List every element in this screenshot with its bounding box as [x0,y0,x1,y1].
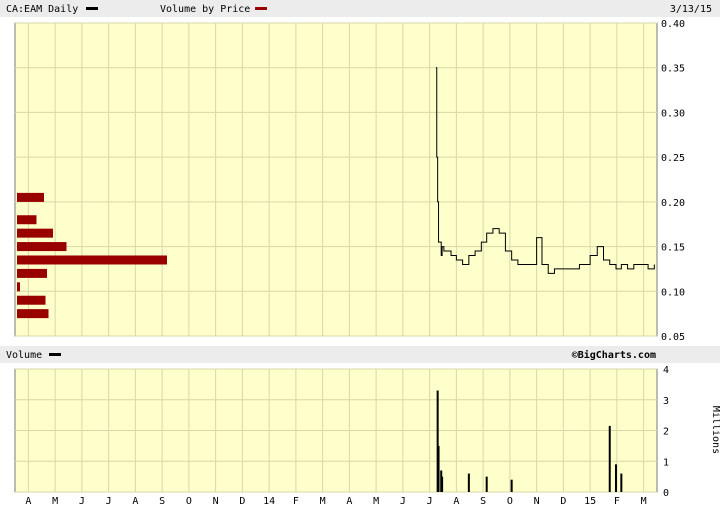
volume-bar [485,476,488,492]
header-date: 3/13/15 [670,4,712,15]
x-tick-label: J [79,496,85,507]
price-header-band [0,0,720,17]
vbp-label: Volume by Price [160,4,250,15]
x-tick-label: 14 [263,496,275,507]
x-tick-label: N [534,496,540,507]
vbp-bar [17,228,53,238]
volume-tick-label: 4 [663,365,669,376]
volume-axis-label: Millions [710,406,720,454]
price-tick-label: 0.25 [661,153,685,164]
vbp-bar [17,268,47,278]
volume-tick-label: 2 [663,427,669,438]
volume-tick-label: 1 [663,457,669,468]
volume-bar [510,479,513,492]
x-tick-label: S [159,496,165,507]
volume-bar [608,425,611,492]
x-tick-label: O [507,496,513,507]
vbp-bar [17,215,37,225]
x-tick-label: J [427,496,433,507]
volume-tick-label: 0 [663,488,669,499]
x-tick-label: A [132,496,138,507]
x-tick-label: J [106,496,112,507]
x-tick-label: 15 [584,496,596,507]
vbp-bar [17,282,20,292]
x-tick-label: F [293,496,299,507]
volume-tick-label: 3 [663,396,669,407]
volume-label: Volume [6,350,42,361]
x-tick-label: D [239,496,245,507]
volume-axis-ticks: 4 3 2 1 0 [663,365,669,499]
watermark: ©BigCharts.com [572,349,656,361]
x-tick-label: M [52,496,58,507]
symbol-label: CA:EAM Daily [6,4,78,15]
volume-bar [620,473,623,492]
price-axis-ticks: 0.40 0.35 0.30 0.25 0.20 0.15 0.10 0.05 [661,19,685,343]
x-tick-label: D [560,496,566,507]
vbp-bar [17,255,167,265]
vbp-legend-swatch [255,7,267,10]
x-tick-label: M [320,496,326,507]
volume-bar [614,464,617,492]
stock-chart: CA:EAM Daily Volume by Price 3/13/15 0.4… [0,0,720,507]
x-tick-label: O [186,496,192,507]
x-tick-label: N [213,496,219,507]
vbp-bar [17,242,67,252]
price-tick-label: 0.10 [661,287,685,298]
x-tick-label: A [346,496,352,507]
x-tick-label: A [25,496,31,507]
x-tick-label: S [480,496,486,507]
price-tick-label: 0.15 [661,243,685,254]
vbp-bar [17,295,46,305]
volume-bar [437,445,440,492]
price-plot-area [14,22,658,337]
x-tick-label: M [641,496,647,507]
x-axis-ticks: A M J J A S O N D 14 F M A M J J A S O N D 15 F M [25,496,646,507]
price-tick-label: 0.30 [661,108,685,119]
price-tick-label: 0.35 [661,64,685,75]
x-tick-label: A [453,496,459,507]
x-tick-label: F [614,496,620,507]
price-tick-label: 0.05 [661,332,685,343]
vbp-bar [17,309,49,319]
vbp-bar [17,192,44,202]
price-tick-label: 0.20 [661,198,685,209]
x-tick-label: M [373,496,379,507]
volume-bar [441,476,444,492]
symbol-legend-swatch [86,7,98,10]
volume-bar [467,473,470,492]
x-tick-label: J [400,496,406,507]
price-tick-label: 0.40 [661,19,685,30]
volume-legend-swatch [49,353,61,356]
